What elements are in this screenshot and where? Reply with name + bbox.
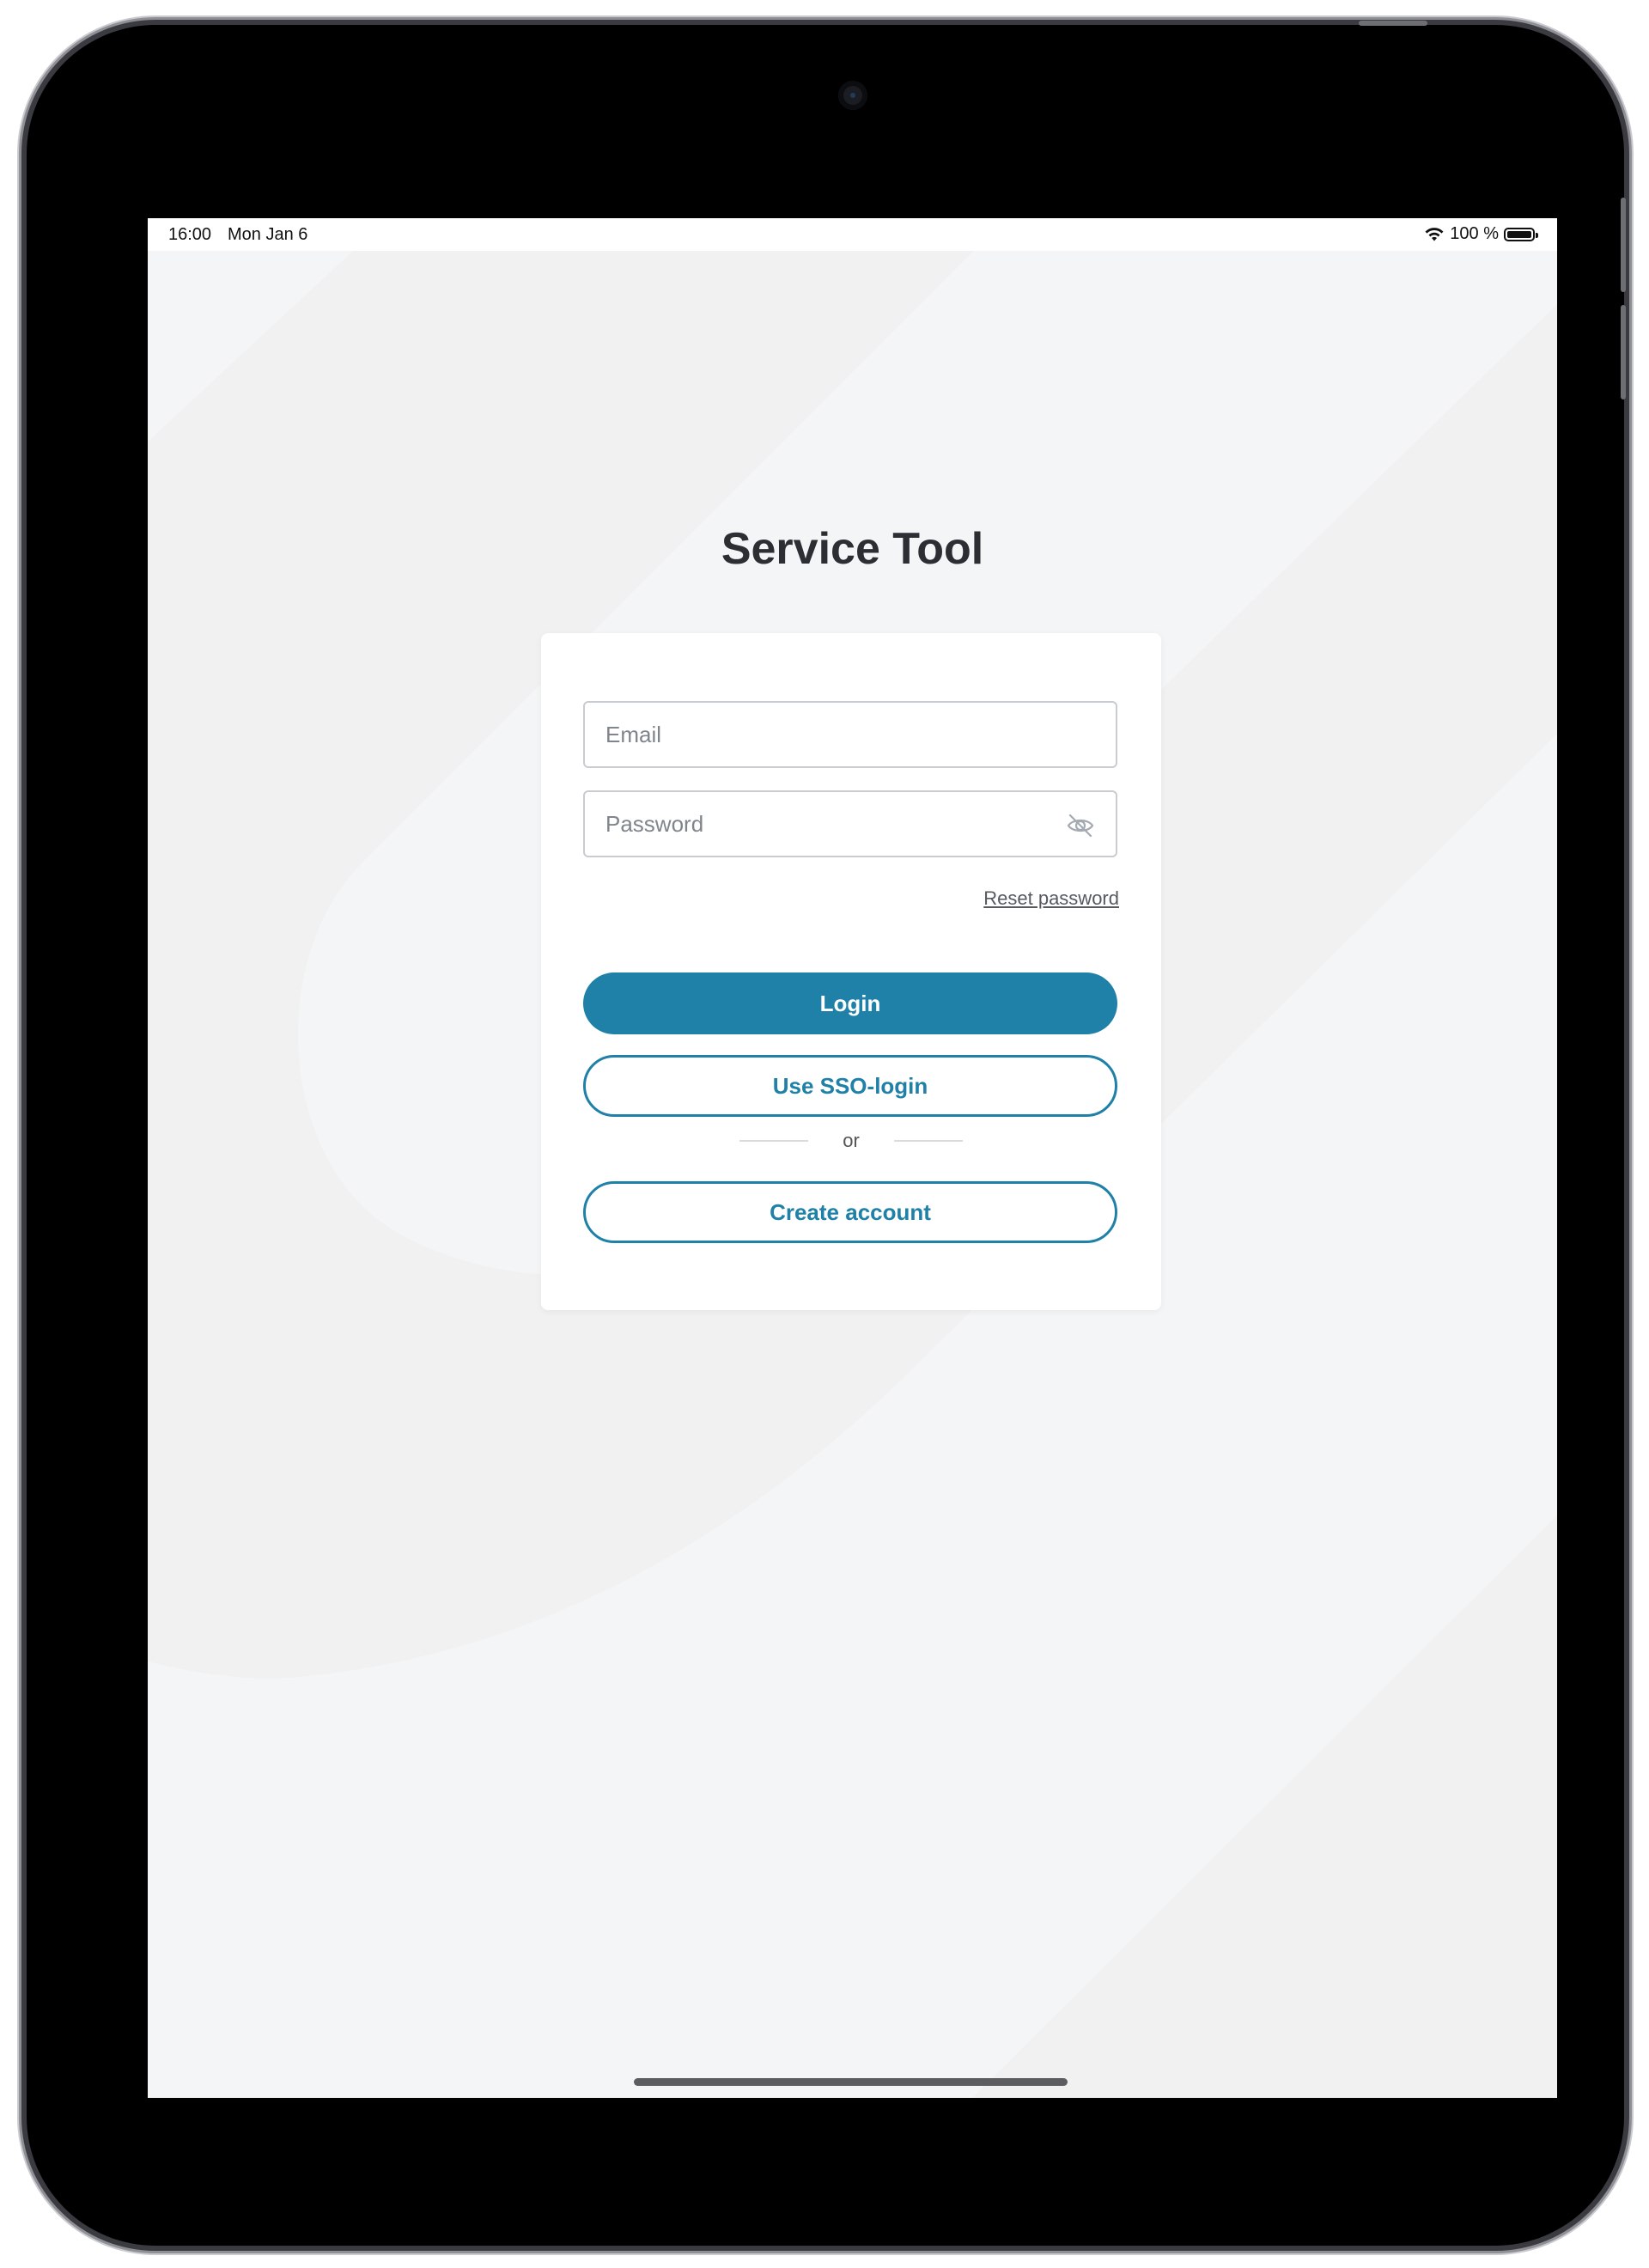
password-input[interactable] bbox=[585, 792, 1116, 856]
battery-icon bbox=[1504, 227, 1538, 241]
front-camera bbox=[838, 81, 867, 110]
tablet-frame: 16:00 Mon Jan 6 100 % Service Tool Email… bbox=[27, 25, 1624, 2246]
wifi-icon bbox=[1425, 227, 1444, 241]
home-indicator[interactable] bbox=[634, 2078, 1068, 2086]
eye-slash-icon[interactable] bbox=[1066, 813, 1095, 838]
battery-percentage: 100 % bbox=[1450, 224, 1499, 243]
divider-line-right bbox=[893, 1140, 963, 1142]
status-date: Mon Jan 6 bbox=[228, 225, 308, 244]
login-card: Reset password Login Use SSO-login or Cr… bbox=[541, 633, 1161, 1310]
status-bar: 16:00 Mon Jan 6 100 % bbox=[148, 218, 1557, 251]
screen: 16:00 Mon Jan 6 100 % Service Tool Email… bbox=[148, 218, 1557, 2098]
volume-down-button bbox=[1621, 305, 1626, 399]
create-account-button[interactable]: Create account bbox=[583, 1181, 1117, 1243]
status-time: 16:00 bbox=[168, 225, 212, 244]
divider-line-left bbox=[739, 1140, 809, 1142]
password-field[interactable] bbox=[583, 790, 1117, 857]
volume-up-button bbox=[1621, 198, 1626, 292]
login-button[interactable]: Login bbox=[583, 972, 1117, 1034]
top-button bbox=[1359, 21, 1427, 26]
app-title: Service Tool bbox=[721, 524, 984, 574]
sso-login-button[interactable]: Use SSO-login bbox=[583, 1055, 1117, 1117]
or-divider: or bbox=[541, 1128, 1161, 1154]
status-indicators: 100 % bbox=[1424, 224, 1538, 244]
email-input[interactable] bbox=[585, 703, 1116, 766]
reset-password-link[interactable]: Reset password bbox=[983, 887, 1119, 910]
divider-text: or bbox=[843, 1130, 860, 1151]
email-field[interactable] bbox=[583, 701, 1117, 768]
